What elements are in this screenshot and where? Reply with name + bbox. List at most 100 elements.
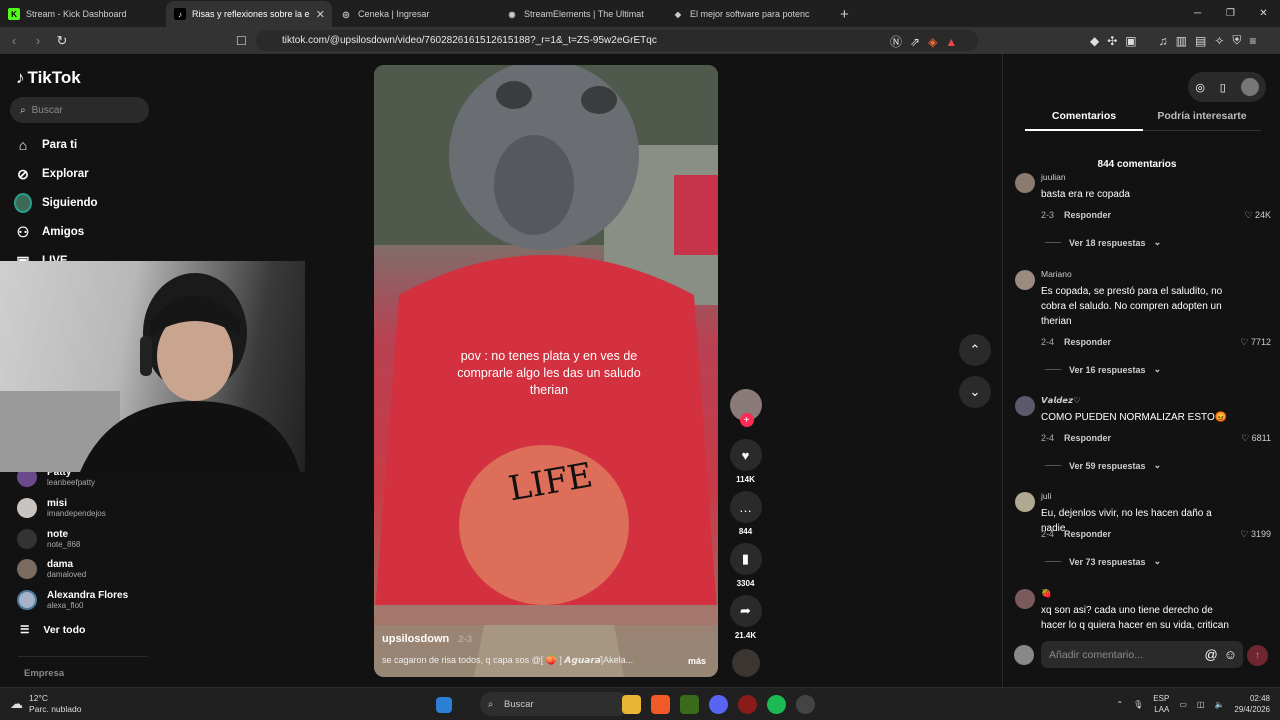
coin-icon[interactable]: ◎: [1195, 81, 1205, 94]
nvidia-icon[interactable]: [680, 695, 699, 714]
following-item[interactable]: note note_868: [17, 529, 80, 549]
comment-input[interactable]: Añadir comentario... @ ☺: [1041, 641, 1243, 668]
music-icon[interactable]: ♫: [1159, 34, 1168, 48]
display-icon[interactable]: ▭: [1179, 700, 1187, 709]
nav-siguiendo[interactable]: Siguiendo: [14, 193, 98, 213]
tab-comentarios[interactable]: Comentarios: [1025, 110, 1143, 131]
view-replies-button[interactable]: Ver 18 respuestas ⌄: [1045, 237, 1161, 248]
search-input[interactable]: ⌕ Buscar: [10, 97, 149, 123]
follow-plus-icon[interactable]: +: [739, 413, 754, 427]
tab-tiktok-video[interactable]: ♪ Risas y reflexiones sobre la e ✕: [166, 1, 332, 27]
microphone-icon[interactable]: 🎙: [1133, 700, 1143, 709]
obs-icon[interactable]: [796, 695, 815, 714]
video-player[interactable]: LIFE pov : no tenes plata y en ves de co…: [374, 65, 718, 677]
view-replies-button[interactable]: Ver 73 respuestas ⌄: [1045, 556, 1161, 567]
chevron-up-icon[interactable]: ⌃: [1116, 700, 1123, 709]
comment-likes[interactable]: ♡ 6811: [1241, 433, 1271, 444]
tab-ceneka[interactable]: ◎ Ceneka | Ingresar: [332, 1, 498, 27]
back-button[interactable]: ‹: [4, 33, 24, 48]
address-bar[interactable]: tiktok.com/@upsilosdown/video/7602826161…: [256, 30, 978, 51]
close-window-button[interactable]: ✕: [1247, 0, 1280, 27]
tab-streamelements[interactable]: ◉ StreamElements | The Ultimate Strea: [498, 1, 664, 27]
translate-icon[interactable]: Ⓝ: [890, 33, 902, 50]
share-icon[interactable]: ⇗: [910, 35, 920, 49]
reply-button[interactable]: Responder: [1064, 433, 1111, 443]
comment-likes[interactable]: ♡ 7712: [1240, 337, 1271, 348]
file-explorer-icon[interactable]: [622, 695, 641, 714]
send-button[interactable]: ↑: [1247, 645, 1268, 666]
share-action[interactable]: ➦ 21.4K: [729, 595, 762, 640]
screenshot-icon[interactable]: ▣: [1125, 34, 1136, 48]
like-action[interactable]: ♥ 114K: [729, 439, 762, 484]
video-author[interactable]: upsilosdown 2-3: [382, 633, 472, 645]
minimize-button[interactable]: ─: [1181, 0, 1214, 27]
leo-icon[interactable]: ✧: [1214, 34, 1224, 48]
brave-icon[interactable]: [651, 695, 670, 714]
puzzle-icon[interactable]: ✣: [1107, 34, 1117, 48]
diamond-icon[interactable]: ◆: [1090, 34, 1099, 48]
mention-icon[interactable]: @: [1205, 647, 1218, 662]
discord-icon[interactable]: [709, 695, 728, 714]
clock[interactable]: 02:48 29/4/2026: [1234, 693, 1270, 715]
tiktok-logo[interactable]: ♪ TikTok: [16, 68, 81, 88]
reply-button[interactable]: Responder: [1064, 210, 1111, 220]
spotify-icon[interactable]: [767, 695, 786, 714]
reload-button[interactable]: ↻: [52, 33, 72, 49]
avatar[interactable]: [1015, 589, 1035, 609]
comment-action[interactable]: … 844: [729, 491, 762, 536]
avatar[interactable]: [1240, 78, 1259, 96]
close-icon[interactable]: ✕: [316, 8, 325, 21]
forward-button[interactable]: ›: [28, 33, 48, 48]
save-action[interactable]: ▮ 3304: [729, 543, 762, 588]
avatar[interactable]: [1015, 492, 1035, 512]
sidebar-icon[interactable]: ▥: [1176, 34, 1187, 48]
language-indicator[interactable]: ESP LAA: [1153, 693, 1169, 715]
view-replies-button[interactable]: Ver 16 respuestas ⌄: [1045, 364, 1161, 375]
comment-user[interactable]: juli: [1041, 491, 1051, 501]
next-video-button[interactable]: ⌄: [959, 376, 991, 408]
see-all-button[interactable]: ☰ Ver todo: [20, 624, 85, 636]
menu-icon[interactable]: ≡: [1249, 34, 1256, 48]
nav-para-ti[interactable]: ⌂ Para ti: [14, 136, 77, 154]
comment-user[interactable]: 𝙑𝙖𝙡𝙙𝙚𝙯♡: [1041, 395, 1081, 406]
red-app-icon[interactable]: [738, 695, 757, 714]
wallet-icon[interactable]: ▤: [1195, 34, 1206, 48]
footer-link[interactable]: Empresa: [24, 668, 64, 679]
reply-button[interactable]: Responder: [1064, 529, 1111, 539]
comment-user[interactable]: Mariano: [1041, 269, 1072, 279]
share-icon[interactable]: ➦: [729, 595, 762, 627]
avatar[interactable]: [1015, 270, 1035, 290]
device-icon[interactable]: ▯: [1220, 81, 1226, 94]
vpn-icon[interactable]: ⛨: [1232, 33, 1241, 48]
new-tab-button[interactable]: +: [830, 1, 859, 27]
comment-user[interactable]: 🍓: [1041, 589, 1052, 599]
start-icon[interactable]: [436, 697, 452, 713]
music-disc[interactable]: [729, 649, 762, 677]
network-icon[interactable]: ◫: [1197, 700, 1205, 709]
emoji-icon[interactable]: ☺: [1224, 647, 1237, 662]
tab-software[interactable]: ◆ El mejor software para potenciar tu st: [664, 1, 830, 27]
avatar[interactable]: [1015, 396, 1035, 416]
nav-amigos[interactable]: ⚇ Amigos: [14, 223, 84, 241]
creator-avatar[interactable]: +: [729, 389, 762, 427]
view-replies-button[interactable]: Ver 59 respuestas ⌄: [1045, 460, 1161, 471]
previous-video-button[interactable]: ⌃: [959, 334, 991, 366]
restore-button[interactable]: ❐: [1214, 0, 1247, 27]
bookmark-icon[interactable]: ☐: [236, 34, 247, 48]
tab-podria-interesarte[interactable]: Podría interesarte: [1143, 110, 1261, 131]
comment-likes[interactable]: ♡ 24K: [1244, 210, 1271, 221]
comment-user[interactable]: juulian: [1041, 172, 1066, 182]
reply-button[interactable]: Responder: [1064, 337, 1111, 347]
brave-shield-icon[interactable]: ◈: [928, 35, 937, 49]
heart-icon[interactable]: ♥: [729, 439, 762, 471]
bookmark-icon[interactable]: ▮: [729, 543, 762, 575]
following-item[interactable]: misi imandependejos: [17, 498, 106, 518]
volume-icon[interactable]: 🔈: [1214, 700, 1224, 709]
avatar[interactable]: [1015, 173, 1035, 193]
nav-explorar[interactable]: ⊘ Explorar: [14, 165, 89, 183]
comment-likes[interactable]: ♡ 3199: [1240, 529, 1271, 540]
more-button[interactable]: más: [688, 656, 706, 666]
following-item[interactable]: Alexandra Flores alexa_flo0: [17, 590, 128, 610]
following-item[interactable]: dama damaloved: [17, 559, 86, 579]
rewards-icon[interactable]: ▲: [945, 35, 957, 49]
